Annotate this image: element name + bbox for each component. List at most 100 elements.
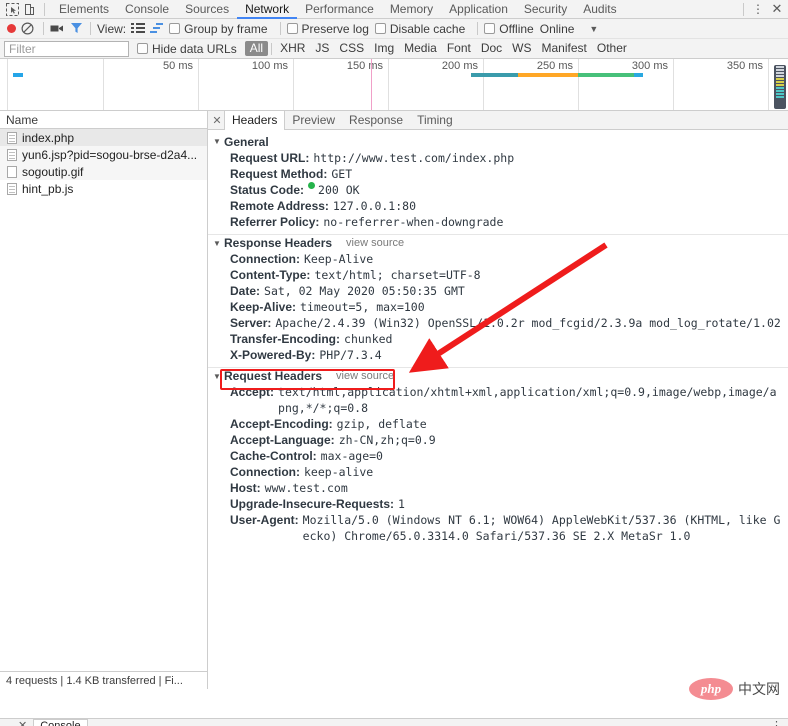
request-name: yun6.jsp?pid=sogou-brse-d2a4... [22,147,198,162]
filter-type-media[interactable]: Media [399,41,442,56]
overview-tick-350ms: 350 ms [726,60,763,72]
waterfall-view-icon[interactable] [150,22,165,35]
close-devtools-icon[interactable]: ✕ [766,1,788,17]
tab-response[interactable]: Response [342,111,410,130]
header-row-referrer-policy: Referrer Policy: no-referrer-when-downgr… [208,214,788,230]
filter-type-img[interactable]: Img [369,41,399,56]
list-view-icon[interactable] [131,22,146,35]
filter-type-css[interactable]: CSS [334,41,369,56]
header-value: 127.0.0.1:80 [332,199,417,213]
header-value: Sat, 02 May 2020 05:50:35 GMT [264,284,465,298]
checkbox-box[interactable] [484,23,496,34]
disable-cache-checkbox[interactable]: Disable cache [374,22,465,36]
header-name: Upgrade-Insecure-Requests: [230,497,395,511]
filter-input[interactable] [4,40,129,57]
close-panel-icon[interactable]: ✕ [210,114,224,127]
header-row-date: Date: Sat, 02 May 2020 05:50:35 GMT [208,283,788,299]
filter-type-font[interactable]: Font [442,41,476,56]
preserve-log-checkbox[interactable]: Preserve log [286,21,369,36]
filter-type-xhr[interactable]: XHR [275,41,310,56]
chevron-down-icon[interactable]: ▼ [589,24,598,34]
filter-type-doc[interactable]: Doc [476,41,507,56]
header-value: text/html,application/xhtml+xml,applicat… [278,385,777,415]
tab-memory[interactable]: Memory [382,0,441,19]
filter-type-other[interactable]: Other [592,41,632,56]
offline-checkbox[interactable]: Offline [484,22,534,36]
status-ok-dot [308,182,316,189]
resource-type-filters: All XHR JS CSS Img Media Font Doc WS Man… [244,41,632,56]
record-button[interactable] [7,24,16,33]
toolbar-divider [90,22,91,35]
header-value: GET [331,167,353,181]
checkbox-box[interactable] [137,43,148,54]
inspect-element-icon[interactable] [4,1,21,18]
network-overview[interactable]: 50 ms 100 ms 150 ms 200 ms 250 ms 300 ms… [0,59,788,111]
chevron-down-icon: ▼ [213,371,221,381]
hide-data-urls-checkbox[interactable]: Hide data URLs [137,42,237,56]
header-row-host: Host: www.test.com [208,480,788,496]
section-title: Response Headers [224,236,333,250]
header-row-server: Server: Apache/2.4.39 (Win32) OpenSSL/1.… [208,315,788,331]
toolbar-divider [477,22,479,35]
toolbar-divider [279,22,281,35]
filter-divider [271,42,273,55]
view-source-link[interactable]: view source [346,237,404,249]
console-drawer[interactable]: ✕ Console ⋮ [0,718,788,726]
header-name: Keep-Alive: [230,300,297,314]
header-name: Date: [230,284,261,298]
tab-sources[interactable]: Sources [177,0,237,19]
tab-preview[interactable]: Preview [285,111,342,130]
tab-audits[interactable]: Audits [575,0,624,19]
camera-icon[interactable] [50,23,64,35]
tab-timing[interactable]: Timing [410,111,460,130]
clear-icon[interactable] [21,21,35,36]
request-row-index-php[interactable]: index.php [0,129,207,146]
tab-security[interactable]: Security [516,0,575,19]
section-title: Request Headers [224,369,323,383]
throttling-value[interactable]: Online [540,22,575,36]
header-row-request-url: Request URL: http://www.test.com/index.p… [208,150,788,166]
tab-console[interactable]: Console [117,0,177,19]
preserve-log-label: Preserve log [301,21,369,36]
request-row-yun6-jsp[interactable]: yun6.jsp?pid=sogou-brse-d2a4... [0,146,207,163]
view-source-link[interactable]: view source [336,370,394,382]
overview-tick-300ms: 300 ms [631,60,668,72]
drawer-close-icon[interactable]: ✕ [18,719,27,726]
tab-application[interactable]: Application [441,0,516,19]
overview-scroll-handle[interactable] [774,65,786,109]
section-general[interactable]: ▼ General [208,133,788,150]
header-name: Accept-Language: [230,433,335,447]
header-row-upgrade-insecure-requests: Upgrade-Insecure-Requests: 1 [208,496,788,512]
request-row-hint-pb-js[interactable]: hint_pb.js [0,180,207,197]
filter-type-ws[interactable]: WS [507,41,536,56]
tab-network[interactable]: Network [237,0,297,19]
checkbox-box[interactable] [169,23,181,34]
header-value: text/html; charset=UTF-8 [314,268,481,282]
filter-type-manifest[interactable]: Manifest [537,41,592,56]
section-request-headers[interactable]: ▼ Request Headers view source [208,367,788,384]
header-name: User-Agent: [230,513,299,527]
section-response-headers[interactable]: ▼ Response Headers view source [208,234,788,251]
header-row-connection: Connection: Keep-Alive [208,251,788,267]
filter-type-all[interactable]: All [244,41,269,56]
filter-funnel-icon[interactable] [70,22,84,35]
tab-headers[interactable]: Headers [224,110,286,130]
drawer-tab-console[interactable]: Console [33,719,88,726]
filter-type-js[interactable]: JS [310,41,334,56]
request-list[interactable]: index.php yun6.jsp?pid=sogou-brse-d2a4..… [0,129,207,671]
request-list-column-header[interactable]: Name [0,111,207,129]
tab-elements[interactable]: Elements [51,0,117,19]
group-by-frame-checkbox[interactable]: Group by frame [169,22,268,36]
more-options-icon[interactable]: ⋮ [750,3,766,15]
overview-bar-4 [634,73,643,77]
drawer-more-icon[interactable]: ⋮ [771,719,782,726]
request-row-sogoutip-gif[interactable]: sogoutip.gif [0,163,207,180]
overview-tick-200ms: 200 ms [441,60,478,72]
checkbox-box[interactable] [286,23,298,34]
tab-performance[interactable]: Performance [297,0,382,19]
checkbox-box[interactable] [374,23,386,34]
section-title: General [224,134,269,149]
dom-content-loaded-marker [371,59,372,110]
device-toolbar-icon[interactable] [21,1,38,18]
hide-data-urls-label: Hide data URLs [152,41,237,56]
